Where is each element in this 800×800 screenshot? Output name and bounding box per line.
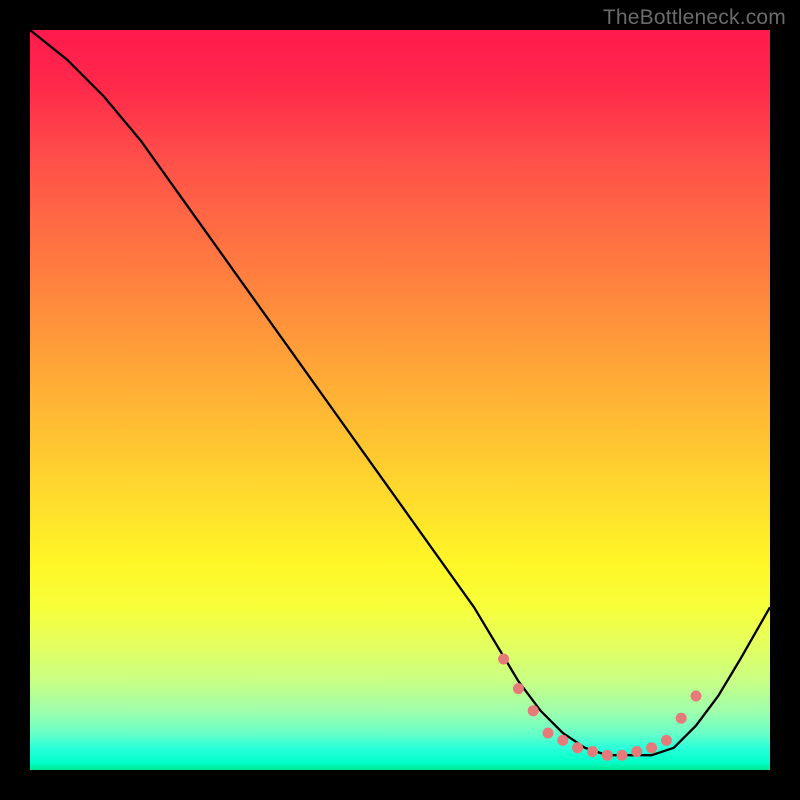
marker-point [661,735,672,746]
marker-point [543,728,554,739]
marker-point [617,750,628,761]
chart-svg [30,30,770,770]
marker-point [691,691,702,702]
marker-point [676,713,687,724]
curve-line [30,30,770,755]
chart-container: TheBottleneck.com [0,0,800,800]
marker-group [498,654,701,761]
marker-point [587,746,598,757]
plot-area [30,30,770,770]
marker-point [602,750,613,761]
marker-point [528,705,539,716]
marker-point [498,654,509,665]
watermark-text: TheBottleneck.com [603,6,786,30]
marker-point [572,742,583,753]
marker-point [646,742,657,753]
marker-point [631,746,642,757]
marker-point [513,683,524,694]
marker-point [557,735,568,746]
